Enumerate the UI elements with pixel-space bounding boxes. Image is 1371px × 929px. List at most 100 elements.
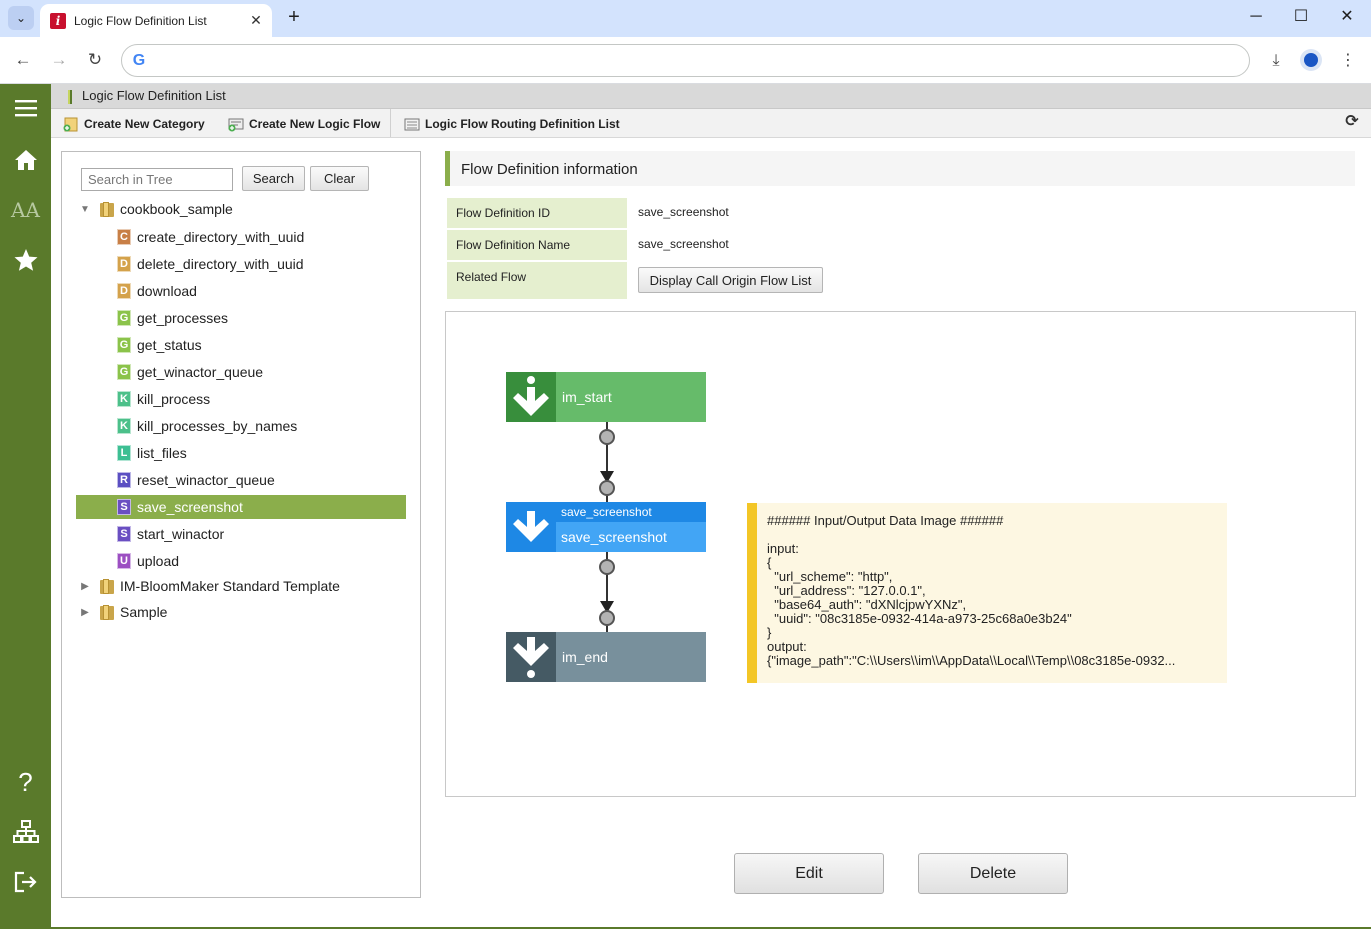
folder-icon xyxy=(100,201,114,217)
task-node-title: save_screenshot xyxy=(556,502,706,522)
tree-item[interactable]: Llist_files xyxy=(76,441,406,465)
info-row-name: Flow Definition Name save_screenshot xyxy=(447,230,1355,260)
create-flow-label: Create New Logic Flow xyxy=(249,117,381,131)
tree-folder-sample[interactable]: ▶ Sample xyxy=(78,600,167,624)
flow-type-badge: L xyxy=(117,445,131,461)
collapsed-triangle-icon[interactable]: ▶ xyxy=(78,607,92,618)
create-flow-button[interactable]: Create New Logic Flow xyxy=(228,114,380,134)
tree-item[interactable]: Gget_status xyxy=(76,333,406,357)
collapsed-triangle-icon[interactable]: ▶ xyxy=(78,581,92,592)
reload-icon[interactable]: ↻ xyxy=(82,47,108,73)
create-category-label: Create New Category xyxy=(84,117,205,131)
connector-handle[interactable] xyxy=(599,559,615,575)
flow-type-badge: U xyxy=(117,553,131,569)
flow-info-heading: Flow Definition information xyxy=(445,151,1355,186)
hamburger-menu-icon[interactable] xyxy=(0,88,51,128)
tree-item-label: upload xyxy=(137,553,180,569)
task-node-label: save_screenshot xyxy=(556,522,706,552)
more-menu-icon[interactable]: ⋮ xyxy=(1335,48,1361,74)
refresh-icon[interactable]: ⟳ xyxy=(1343,113,1361,131)
tree-item-label: reset_winactor_queue xyxy=(137,472,275,488)
connector-handle[interactable] xyxy=(599,480,615,496)
routing-list-button[interactable]: Logic Flow Routing Definition List xyxy=(404,114,620,134)
tree-search-button[interactable]: Search xyxy=(242,166,305,191)
flow-type-badge: S xyxy=(117,499,131,515)
flow-info-title: Flow Definition information xyxy=(461,161,638,178)
tree-item[interactable]: Ccreate_directory_with_uuid xyxy=(76,225,406,249)
flow-id-value: save_screenshot xyxy=(638,205,729,219)
end-arrow-icon xyxy=(506,632,556,682)
flow-type-badge: D xyxy=(117,283,131,299)
tree-item-label: get_winactor_queue xyxy=(137,364,264,380)
sitemap-icon[interactable] xyxy=(0,812,51,852)
tab-search-button[interactable]: ⌄ xyxy=(8,6,34,30)
tree-item[interactable]: Gget_winactor_queue xyxy=(76,360,406,384)
folder-icon xyxy=(100,578,114,594)
download-icon[interactable]: ⤓ xyxy=(1263,48,1289,74)
flow-name-label: Flow Definition Name xyxy=(447,230,627,260)
io-data-image-note: ###### Input/Output Data Image ###### in… xyxy=(747,503,1227,683)
end-node-label: im_end xyxy=(562,649,608,665)
flow-type-badge: R xyxy=(117,472,131,488)
tree-item-label: delete_directory_with_uuid xyxy=(137,256,304,272)
new-folder-icon xyxy=(63,117,79,132)
maximize-icon[interactable]: ☐ xyxy=(1288,6,1314,30)
flow-type-badge: G xyxy=(117,337,131,353)
tree-item[interactable]: Kkill_process xyxy=(76,387,406,411)
window-close-icon[interactable]: ✕ xyxy=(1334,6,1360,30)
tree-item-label: kill_process xyxy=(137,391,211,407)
tree-item[interactable]: Ddownload xyxy=(76,279,406,303)
tree-item[interactable]: Sstart_winactor xyxy=(76,522,406,546)
list-icon xyxy=(404,117,420,132)
help-icon[interactable]: ? xyxy=(0,762,51,802)
font-size-icon[interactable]: AA xyxy=(0,190,51,230)
tree-item[interactable]: Kkill_processes_by_names xyxy=(76,414,406,438)
new-flow-icon xyxy=(228,117,244,132)
start-arrow-icon xyxy=(506,372,556,422)
page-header: Logic Flow Definition List xyxy=(51,84,1371,109)
info-row-id: Flow Definition ID save_screenshot xyxy=(447,198,1355,228)
new-tab-button[interactable]: + xyxy=(282,6,306,30)
tree-item[interactable]: Gget_processes xyxy=(76,306,406,330)
address-bar[interactable]: G xyxy=(121,44,1250,77)
delete-button[interactable]: Delete xyxy=(918,853,1068,894)
back-arrow-icon[interactable]: ← xyxy=(10,47,36,73)
connector-handle[interactable] xyxy=(599,610,615,626)
logout-icon[interactable] xyxy=(0,862,51,902)
tree-item-label: get_status xyxy=(137,337,202,353)
expanded-triangle-icon[interactable]: ▼ xyxy=(78,204,92,215)
intra-mart-favicon-icon: i xyxy=(50,12,66,29)
connector-handle[interactable] xyxy=(599,429,615,445)
edit-button[interactable]: Edit xyxy=(734,853,884,894)
display-call-origin-button[interactable]: Display Call Origin Flow List xyxy=(638,267,823,293)
tree-item-label: kill_processes_by_names xyxy=(137,418,298,434)
tree-clear-button[interactable]: Clear xyxy=(310,166,369,191)
tree-item[interactable]: Rreset_winactor_queue xyxy=(76,468,406,492)
toolbar-divider xyxy=(390,109,391,137)
tree-folder-cookbook-sample[interactable]: ▼ cookbook_sample xyxy=(78,197,233,221)
tree-item[interactable]: Ddelete_directory_with_uuid xyxy=(76,252,406,276)
tree-item[interactable]: Uupload xyxy=(76,549,406,573)
start-node-label: im_start xyxy=(562,389,612,405)
tree-folder-bloommaker-template[interactable]: ▶ IM-BloomMaker Standard Template xyxy=(78,574,340,598)
start-node[interactable]: im_start xyxy=(506,372,706,422)
forward-arrow-icon[interactable]: → xyxy=(46,47,72,73)
tab-close-icon[interactable]: ✕ xyxy=(246,12,266,29)
browser-tab[interactable]: i Logic Flow Definition List ✕ xyxy=(40,4,272,37)
profile-avatar-icon[interactable] xyxy=(1300,49,1322,71)
star-icon[interactable] xyxy=(0,240,51,280)
home-icon[interactable] xyxy=(0,140,51,180)
category-tree-panel: Search Clear ▼ cookbook_sample Ccreate_d… xyxy=(61,151,421,898)
tree-item[interactable]: Ssave_screenshot xyxy=(76,495,406,519)
flow-diagram: im_start save_screenshot save_screenshot… xyxy=(445,311,1356,797)
minimize-icon[interactable]: ─ xyxy=(1243,6,1269,30)
task-node-save-screenshot[interactable]: save_screenshot save_screenshot xyxy=(506,502,706,552)
tree-item-label: list_files xyxy=(137,445,187,461)
address-input[interactable] xyxy=(158,51,1238,71)
browser-toolbar: ← → ↻ G ⤓ ⋮ xyxy=(0,37,1371,84)
end-node[interactable]: im_end xyxy=(506,632,706,682)
tree-item-label: get_processes xyxy=(137,310,229,326)
create-category-button[interactable]: Create New Category xyxy=(63,114,205,134)
folder-icon xyxy=(100,604,114,620)
tree-search-input[interactable] xyxy=(81,168,233,191)
